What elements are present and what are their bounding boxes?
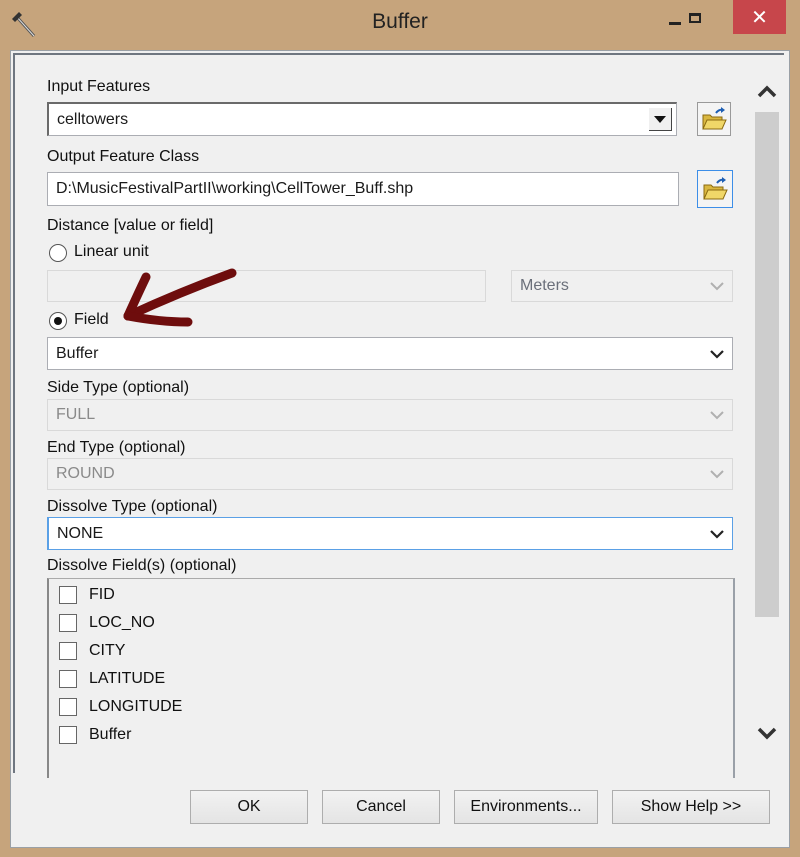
chevron-down-icon [710,470,724,479]
dissolve-field-label: LATITUDE [89,670,166,687]
dissolve-field-label: CITY [89,642,126,659]
distance-label: Distance [value or field] [47,217,214,234]
show-help-button[interactable]: Show Help >> [612,790,770,824]
dissolve-field-label: LONGITUDE [89,698,183,715]
dissolve-fields-label: Dissolve Field(s) (optional) [47,557,237,574]
dropdown-arrow-icon [654,115,666,123]
output-feature-class-label: Output Feature Class [47,148,200,165]
side-type-value: FULL [56,406,96,423]
dissolve-type-select[interactable]: NONE [47,517,733,550]
input-features-value: celltowers [57,110,129,128]
chevron-down-icon [710,282,724,291]
dissolve-field-item[interactable]: LOC_NO [59,612,155,634]
checkbox[interactable] [59,614,77,632]
cancel-button[interactable]: Cancel [322,790,440,824]
input-features-combobox[interactable]: celltowers [47,102,677,136]
linear-unit-label: Linear unit [74,243,149,260]
linear-unit-unit: Meters [520,277,569,294]
dissolve-type-value: NONE [57,524,104,542]
dissolve-field-label: Buffer [89,726,132,743]
end-type-label: End Type (optional) [47,439,186,456]
side-type-select[interactable]: FULL [47,399,733,431]
output-feature-class-input[interactable]: D:\MusicFestivalPartII\working\CellTower… [47,172,679,206]
dissolve-field-label: FID [89,586,115,603]
linear-unit-select[interactable]: Meters [511,270,733,302]
dissolve-type-label: Dissolve Type (optional) [47,498,218,515]
title-bar[interactable]: Buffer ✕ [0,0,800,50]
chevron-down-icon [710,411,724,420]
checkbox[interactable] [59,698,77,716]
field-radio-label: Field [74,311,109,328]
environments-button[interactable]: Environments... [454,790,598,824]
open-folder-icon [702,107,727,130]
vertical-scrollbar[interactable] [751,75,781,755]
output-feature-class-browse-button[interactable] [697,170,733,208]
checkbox[interactable] [59,670,77,688]
dissolve-field-item[interactable]: Buffer [59,724,131,746]
input-features-label: Input Features [47,78,151,95]
dissolve-field-item[interactable]: LATITUDE [59,668,165,690]
checkbox[interactable] [59,586,77,604]
dissolve-field-item[interactable]: FID [59,584,115,606]
end-type-select[interactable]: ROUND [47,458,733,490]
scroll-down-icon[interactable] [756,726,778,742]
dissolve-field-label: LOC_NO [89,614,155,631]
input-features-dropdown-button[interactable] [649,108,672,131]
scrollbar-thumb[interactable] [755,112,779,617]
checkbox[interactable] [59,726,77,744]
open-folder-icon [703,177,728,200]
linear-unit-radio[interactable] [49,244,67,262]
maximize-icon [689,13,701,23]
scroll-up-icon[interactable] [756,83,778,99]
linear-unit-value-input[interactable] [47,270,486,302]
close-button[interactable]: ✕ [733,0,786,34]
field-radio[interactable] [49,312,67,330]
end-type-value: ROUND [56,465,115,482]
side-type-label: Side Type (optional) [47,379,190,396]
dissolve-field-item[interactable]: CITY [59,640,125,662]
chevron-down-icon [710,529,724,539]
dissolve-fields-list[interactable]: FID LOC_NO CITY LATITUDE LONGITUDE Buffe… [47,578,735,778]
distance-field-select[interactable]: Buffer [47,337,733,370]
dissolve-field-item[interactable]: LONGITUDE [59,696,182,718]
ok-button[interactable]: OK [190,790,308,824]
checkbox[interactable] [59,642,77,660]
distance-field-value: Buffer [56,344,99,362]
input-features-browse-button[interactable] [697,102,731,136]
close-icon: ✕ [751,5,768,29]
chevron-down-icon [710,349,724,359]
output-feature-class-value: D:\MusicFestivalPartII\working\CellTower… [56,180,414,197]
maximize-button[interactable] [680,0,710,36]
